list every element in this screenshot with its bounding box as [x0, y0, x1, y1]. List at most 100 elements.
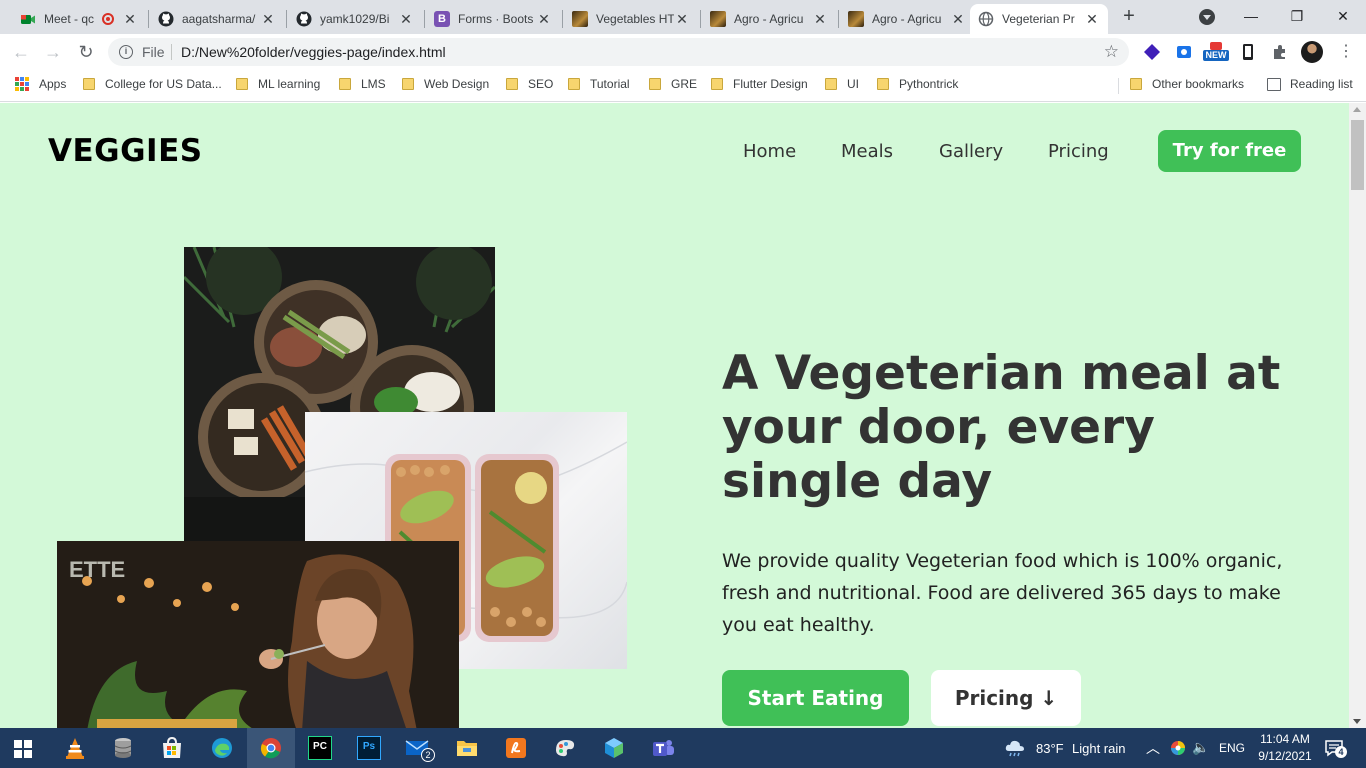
bookmark-label: Apps: [39, 77, 67, 91]
google-meet-icon: [21, 15, 35, 24]
weather-temperature[interactable]: 83°F: [1036, 741, 1064, 756]
address-bar[interactable]: i File D:/New%20folder/veggies-page/inde…: [108, 38, 1129, 66]
close-tab-icon[interactable]: ✕: [536, 11, 552, 28]
pricing-button[interactable]: Pricing ↓: [931, 670, 1081, 726]
pdf-app-icon[interactable]: [504, 736, 528, 760]
bookmark-folder[interactable]: Web Design: [402, 77, 489, 91]
scrollbar-thumb[interactable]: [1351, 120, 1364, 190]
bookmark-folder[interactable]: UI: [825, 77, 859, 91]
reading-list-label: Reading list: [1290, 77, 1353, 91]
bookmark-label: Other bookmarks: [1152, 77, 1245, 91]
tab-title: yamk1029/Bi: [320, 12, 390, 26]
chrome-icon[interactable]: [259, 736, 283, 760]
site-info-icon[interactable]: i: [119, 45, 133, 59]
forward-icon[interactable]: →: [41, 40, 65, 64]
close-tab-icon[interactable]: ✕: [398, 11, 414, 28]
bookmark-folder[interactable]: GRE: [649, 77, 697, 91]
close-tab-icon[interactable]: ✕: [812, 11, 828, 28]
close-tab-icon[interactable]: ✕: [674, 11, 690, 28]
paint-app-icon[interactable]: [553, 736, 577, 760]
extension-new-icon[interactable]: NEW: [1203, 42, 1229, 62]
bookmark-folder[interactable]: Tutorial: [568, 77, 630, 91]
bookmark-label: SEO: [528, 77, 554, 91]
restore-button[interactable]: ❐: [1274, 0, 1320, 32]
tab-agro-1[interactable]: Agro - Agricu ✕: [702, 4, 836, 34]
tab-strip: Meet - qc ✕ aagatsharma/ ✕ yamk1029/Bi ✕…: [0, 0, 1366, 34]
edge-icon[interactable]: [210, 736, 234, 760]
bookmark-other[interactable]: Other bookmarks: [1130, 77, 1244, 91]
notification-center-icon[interactable]: 4: [1324, 739, 1347, 758]
3d-cube-icon[interactable]: [602, 736, 626, 760]
scroll-up-arrow-icon[interactable]: [1353, 107, 1361, 112]
page-scrollbar[interactable]: [1349, 103, 1366, 728]
color-wheel-icon[interactable]: [1170, 740, 1186, 756]
close-window-button[interactable]: ✕: [1320, 0, 1366, 32]
tab-github-yamk[interactable]: yamk1029/Bi ✕: [288, 4, 422, 34]
tab-vegeterian-active[interactable]: Vegeterian Pr ✕: [970, 4, 1108, 34]
recording-icon: [102, 13, 114, 25]
extensions-puzzle-icon[interactable]: [1270, 42, 1290, 62]
weather-rain-icon[interactable]: [1004, 738, 1026, 758]
mail-badge: 2: [421, 748, 435, 762]
extension-screen-icon[interactable]: [1174, 42, 1194, 62]
tab-search-icon[interactable]: [1199, 9, 1215, 25]
start-eating-button[interactable]: Start Eating: [722, 670, 909, 726]
vlc-icon[interactable]: [63, 736, 87, 760]
back-icon[interactable]: ←: [9, 40, 33, 64]
nav-gallery-link[interactable]: Gallery: [939, 141, 1003, 162]
bookmark-folder[interactable]: Pythontrick: [877, 77, 958, 91]
new-tab-button[interactable]: +: [1118, 6, 1140, 28]
try-for-free-button[interactable]: Try for free: [1158, 130, 1301, 172]
scroll-down-arrow-icon[interactable]: [1353, 719, 1361, 724]
svg-text:ETTE: ETTE: [69, 557, 125, 582]
hero-photo-woman-eating: ETTE: [57, 541, 459, 728]
tab-title: Vegetables HT: [596, 12, 674, 26]
close-tab-icon[interactable]: ✕: [260, 11, 276, 28]
volume-icon[interactable]: 🔈: [1192, 739, 1209, 756]
tab-github-aagat[interactable]: aagatsharma/ ✕: [150, 4, 284, 34]
nav-pricing-link[interactable]: Pricing: [1048, 141, 1109, 162]
language-indicator[interactable]: ENG: [1219, 741, 1245, 755]
clock-date[interactable]: 9/12/2021: [1256, 749, 1314, 763]
minimize-button[interactable]: —: [1228, 0, 1274, 32]
bookmark-folder[interactable]: SEO: [506, 77, 553, 91]
bookmark-star-icon[interactable]: ☆: [1104, 42, 1119, 62]
weather-condition[interactable]: Light rain: [1072, 741, 1125, 756]
close-tab-icon[interactable]: ✕: [950, 11, 966, 28]
bookmark-apps[interactable]: Apps: [15, 77, 66, 91]
close-tab-icon[interactable]: ✕: [1084, 11, 1100, 28]
bookmark-label: Web Design: [424, 77, 490, 91]
reading-list-button[interactable]: Reading list: [1267, 77, 1353, 91]
bookmark-label: LMS: [361, 77, 386, 91]
nav-home-link[interactable]: Home: [743, 141, 796, 162]
bookmark-folder[interactable]: ML learning: [236, 77, 320, 91]
clock-time[interactable]: 11:04 AM: [1256, 732, 1314, 746]
menu-kebab-icon[interactable]: ⋮: [1334, 40, 1358, 64]
reload-icon[interactable]: ↻: [74, 40, 98, 64]
site-logo[interactable]: VEGGIES: [48, 133, 203, 169]
windows-start-icon[interactable]: [14, 740, 32, 758]
teams-icon[interactable]: [651, 736, 675, 760]
extension-phone-icon[interactable]: [1238, 42, 1258, 62]
pycharm-icon[interactable]: PC: [308, 736, 332, 760]
close-tab-icon[interactable]: ✕: [122, 11, 138, 28]
extension-diamond-icon[interactable]: [1142, 42, 1162, 62]
tab-vegetables[interactable]: Vegetables HT ✕: [564, 4, 698, 34]
tab-agro-2[interactable]: Agro - Agricu ✕: [840, 4, 974, 34]
profile-avatar[interactable]: [1301, 41, 1323, 63]
tab-separator: [838, 10, 839, 28]
tab-meet[interactable]: Meet - qc ✕: [12, 4, 146, 34]
file-explorer-icon[interactable]: [455, 736, 479, 760]
bookmark-folder[interactable]: LMS: [339, 77, 386, 91]
mail-icon[interactable]: 2: [405, 736, 435, 762]
tab-title: Vegeterian Pr: [1002, 12, 1075, 26]
tray-chevron-up-icon[interactable]: ︿: [1146, 738, 1160, 758]
bookmark-folder[interactable]: College for US Data...: [83, 77, 222, 91]
nav-meals-link[interactable]: Meals: [841, 141, 893, 162]
bookmark-folder[interactable]: Flutter Design: [711, 77, 808, 91]
address-url[interactable]: D:/New%20folder/veggies-page/index.html: [181, 44, 446, 60]
database-icon[interactable]: [111, 736, 135, 760]
photoshop-icon[interactable]: Ps: [357, 736, 381, 760]
tab-bootstrap[interactable]: B Forms · Boots ✕: [426, 4, 560, 34]
microsoft-store-icon[interactable]: [160, 736, 184, 760]
